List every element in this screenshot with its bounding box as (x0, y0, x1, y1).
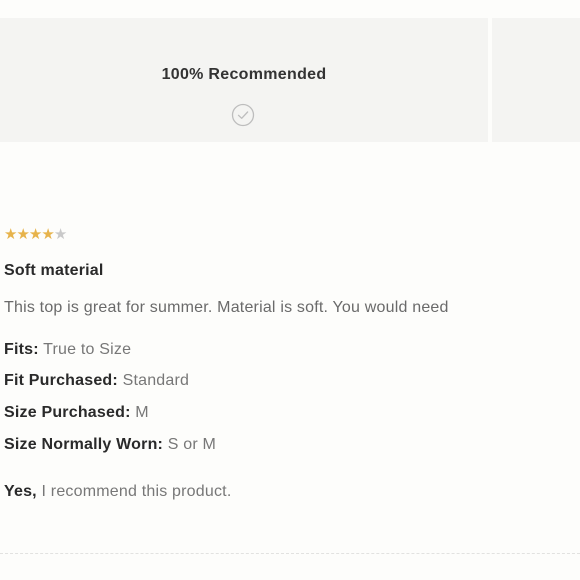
attribute-label: Fit Purchased: (4, 372, 118, 389)
star-icon: ★ (4, 226, 17, 243)
review-attribute-fit-purchased: Fit Purchased: Standard (4, 372, 189, 390)
review-title: Soft material (4, 262, 104, 279)
attribute-value: Standard (122, 372, 190, 389)
recommendation-text: I recommend this product. (41, 483, 232, 500)
attribute-value: True to Size (43, 341, 132, 358)
attribute-value: S or M (167, 436, 217, 453)
star-icon: ★ (41, 226, 54, 243)
review-attribute-size-purchased: Size Purchased: M (4, 404, 149, 422)
attribute-label: Fits: (4, 341, 39, 358)
summary-panel-secondary (492, 18, 580, 142)
review-page: 100% Recommended ★★★★★ Soft material Thi… (0, 0, 580, 580)
review-divider (0, 553, 580, 554)
star-icon: ★ (16, 226, 29, 243)
recommended-percentage: 100% Recommended (161, 66, 327, 83)
attribute-label: Size Normally Worn: (4, 436, 164, 453)
star-rating: ★★★★★ (4, 226, 67, 244)
recommendation-summary-panel: 100% Recommended (0, 18, 488, 142)
star-empty-icon: ★ (53, 226, 67, 243)
check-circle-icon (231, 103, 255, 127)
recommendation-answer: Yes, (4, 483, 37, 500)
attribute-value: M (135, 404, 149, 421)
review-attribute-fits: Fits: True to Size (4, 341, 131, 359)
attribute-label: Size Purchased: (4, 404, 131, 421)
recommendation-statement: Yes, I recommend this product. (4, 483, 231, 501)
review-body: This top is great for summer. Material i… (4, 299, 449, 316)
review-attribute-size-normally-worn: Size Normally Worn: S or M (4, 436, 216, 454)
star-icon: ★ (28, 226, 42, 243)
